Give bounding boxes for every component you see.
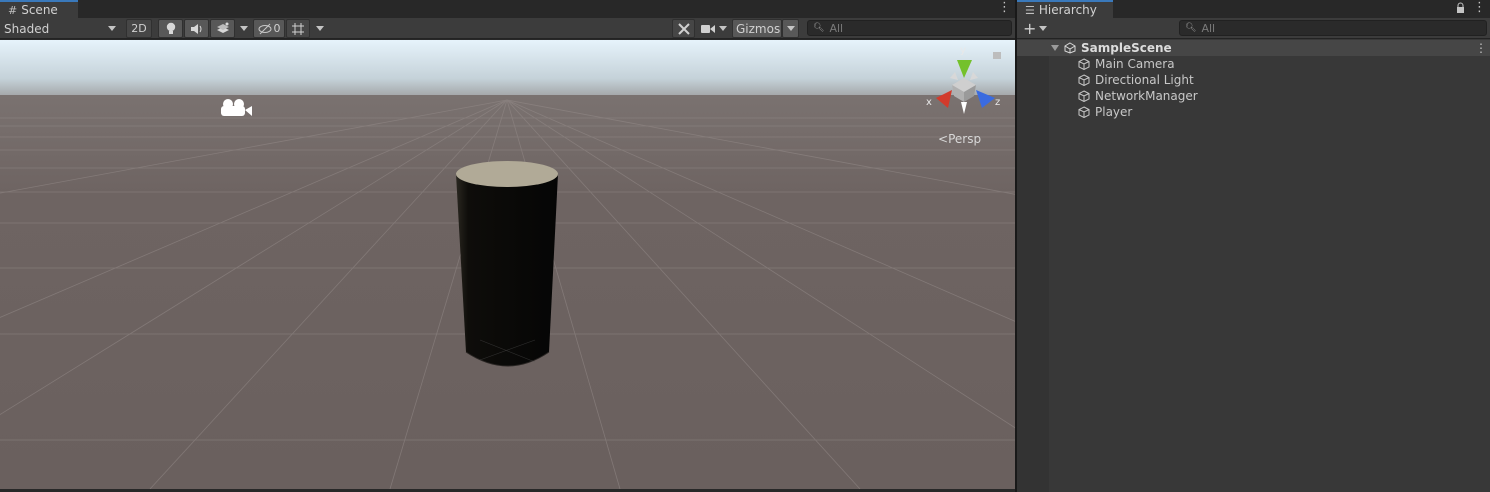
hierarchy-item[interactable]: Main Camera (1017, 56, 1490, 72)
gameobject-cube-icon (1078, 90, 1090, 102)
scene-render (0, 40, 1015, 489)
scene-name: SampleScene (1081, 41, 1172, 55)
grid-dropdown[interactable] (312, 19, 328, 38)
scene-search-placeholder: All (829, 21, 844, 35)
grid-icon: # (8, 3, 18, 17)
gameobject-cube-icon (1078, 74, 1090, 86)
wrench-icon (677, 22, 690, 35)
scene-tab-bar: # Scene ⋮ (0, 0, 1015, 18)
shading-mode-dropdown[interactable]: Shaded (0, 19, 120, 38)
scene-toolbar: Shaded 2D 0 Gizmos 🔍︎ All (0, 18, 1015, 39)
chevron-left-icon: < (938, 132, 949, 146)
scene-panel: # Scene ⋮ Shaded 2D 0 Gizmos 🔍︎ All y x … (0, 0, 1015, 492)
scene-menu-kebab-icon[interactable]: ⋮ (1475, 41, 1487, 55)
speaker-icon (190, 23, 201, 34)
foldout-arrow-icon[interactable] (1051, 45, 1059, 51)
chevron-down-icon (316, 26, 324, 31)
gizmos-toggle[interactable]: Gizmos (732, 19, 782, 38)
effects-dropdown[interactable] (237, 19, 251, 38)
hierarchy-menu-kebab-icon[interactable]: ⋮ (1473, 1, 1486, 14)
hierarchy-item[interactable]: Directional Light (1017, 72, 1490, 88)
plus-icon: + (1023, 18, 1037, 38)
gizmos-dropdown[interactable] (782, 19, 799, 38)
unity-scene-icon (1064, 42, 1076, 54)
search-icon: 🔍︎ (813, 23, 825, 33)
tab-scene[interactable]: # Scene (0, 0, 78, 18)
grid-snap-icon (292, 22, 304, 35)
gameobject-cube-icon (1078, 106, 1090, 118)
hidden-eye-icon (258, 23, 271, 34)
effects-layers-icon (216, 22, 229, 33)
search-icon: 🔍︎ (1185, 23, 1197, 33)
video-camera-icon (701, 24, 715, 33)
scene-viewport[interactable]: y x z <Persp (0, 40, 1015, 489)
hierarchy-item-label: Directional Light (1095, 73, 1194, 87)
gizmo-y-label: y (960, 45, 966, 56)
scene-visibility-toggle[interactable]: 0 (253, 19, 285, 38)
hierarchy-tree: SampleScene ⋮ Main Camera Directional Li… (1017, 40, 1490, 120)
grid-snapping-toggle[interactable] (286, 19, 310, 38)
hierarchy-item[interactable]: NetworkManager (1017, 88, 1490, 104)
lock-icon[interactable] (993, 52, 1001, 59)
chevron-down-icon (108, 26, 116, 31)
lighting-toggle[interactable] (158, 19, 183, 38)
hierarchy-tab-bar: ☰ Hierarchy ⋮ (1017, 0, 1490, 18)
audio-toggle[interactable] (184, 19, 209, 38)
gizmo-x-label: x (926, 97, 932, 108)
shading-mode-value: Shaded (4, 21, 50, 36)
camera-settings-dropdown[interactable] (697, 19, 731, 38)
hierarchy-item[interactable]: Player (1017, 104, 1490, 120)
scene-row[interactable]: SampleScene ⋮ (1017, 40, 1490, 56)
lock-icon[interactable] (1456, 2, 1465, 14)
tab-hierarchy-label: Hierarchy (1038, 3, 1097, 17)
hierarchy-item-label: NetworkManager (1095, 89, 1198, 103)
hierarchy-panel: ☰ Hierarchy ⋮ + 🔍︎ All SampleScene ⋮ Mai… (1017, 0, 1490, 492)
tab-hierarchy[interactable]: ☰ Hierarchy (1017, 0, 1113, 18)
hierarchy-search-input[interactable]: 🔍︎ All (1179, 20, 1487, 36)
gizmo-z-label: z (995, 97, 1001, 108)
scene-search-input[interactable]: 🔍︎ All (807, 20, 1012, 36)
create-dropdown[interactable]: + (1023, 19, 1051, 38)
hidden-count: 0 (273, 22, 281, 35)
effects-toggle[interactable] (210, 19, 235, 38)
list-icon: ☰ (1025, 3, 1035, 17)
gizmos-label: Gizmos (736, 21, 781, 36)
tab-scene-label: Scene (21, 3, 58, 17)
scene-menu-kebab-icon[interactable]: ⋮ (998, 1, 1011, 14)
projection-label: Persp (948, 132, 982, 146)
cylinder-object[interactable] (456, 161, 558, 367)
gameobject-cube-icon (1078, 58, 1090, 70)
chevron-down-icon (719, 26, 727, 31)
mode-2d-toggle[interactable]: 2D (126, 19, 152, 38)
hierarchy-toolbar: + 🔍︎ All (1017, 18, 1490, 39)
lightbulb-icon (166, 22, 175, 34)
hierarchy-item-label: Main Camera (1095, 57, 1175, 71)
chevron-down-icon (786, 26, 795, 31)
hierarchy-search-placeholder: All (1201, 21, 1216, 35)
projection-toggle[interactable]: <Persp (938, 132, 981, 146)
tools-button[interactable] (672, 19, 695, 38)
hierarchy-item-label: Player (1095, 105, 1133, 119)
mode-2d-label: 2D (131, 22, 147, 35)
chevron-down-icon (240, 26, 248, 31)
chevron-down-icon (1039, 26, 1048, 31)
